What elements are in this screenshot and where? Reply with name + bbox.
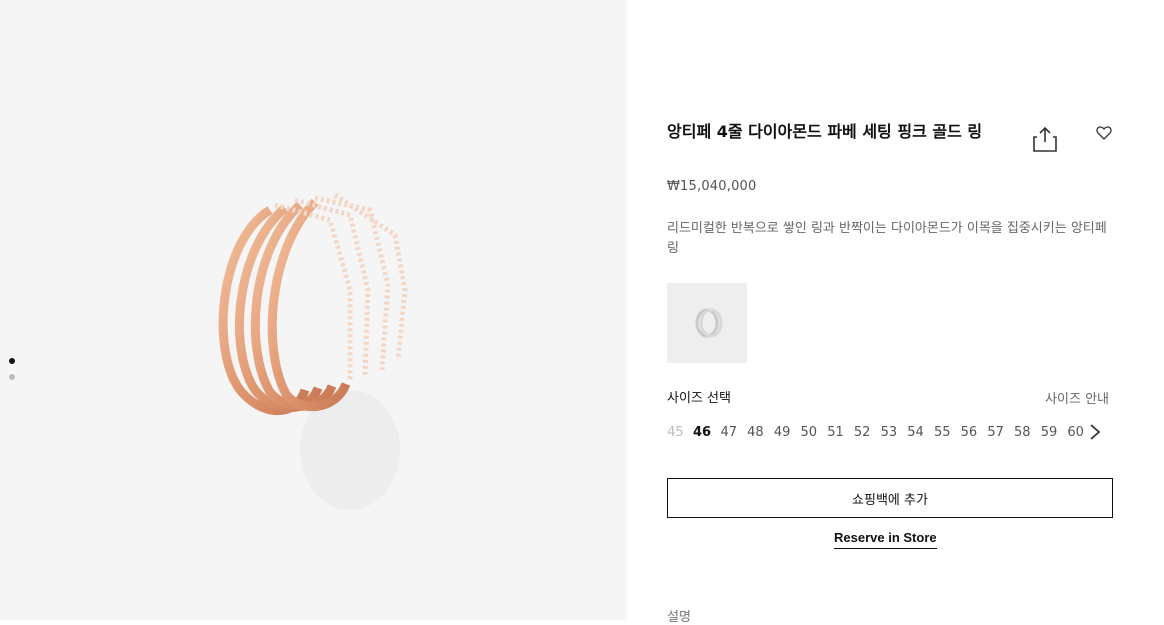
size-options: 45 46 47 48 49 50 51 52 53 54 55 56 57 5… [662,425,1089,440]
size-option-55[interactable]: 55 [929,425,956,440]
product-details-panel: 앙티페 4줄 다이아몬드 파베 세팅 핑크 골드 링 ₩15,040,000 리… [667,0,1113,625]
size-option-51[interactable]: 51 [822,425,849,440]
share-icon[interactable] [1033,126,1057,152]
size-option-48[interactable]: 48 [742,425,769,440]
product-description: 리드미컬한 반복으로 쌓인 링과 반짝이는 다이아몬드가 이목을 집중시키는 앙… [667,221,1107,256]
size-option-47[interactable]: 47 [715,425,742,440]
size-guide-link[interactable]: 사이즈 안내 [1045,388,1109,407]
size-option-49[interactable]: 49 [769,425,796,440]
chevron-right-icon[interactable] [1088,424,1102,440]
variant-thumbnail[interactable] [667,283,747,363]
size-option-54[interactable]: 54 [902,425,929,440]
description-section-heading[interactable]: 설명 [667,606,691,625]
size-select-label: 사이즈 선택 [667,391,731,406]
size-option-45: 45 [667,425,684,440]
size-option-57[interactable]: 57 [982,425,1009,440]
add-to-bag-button[interactable]: 쇼핑백에 추가 [667,478,1113,518]
size-option-50[interactable]: 50 [795,425,822,440]
gallery-pagination [9,358,15,390]
product-price: ₩15,040,000 [667,179,757,194]
gallery-dot-2[interactable] [9,374,15,380]
reserve-in-store-link[interactable]: Reserve in Store [834,530,937,549]
gallery-dot-1[interactable] [9,358,15,364]
white-gold-ring-thumbnail [695,308,723,338]
product-image[interactable] [200,180,440,520]
product-title: 앙티페 4줄 다이아몬드 파베 세팅 핑크 골드 링 [667,122,983,141]
product-gallery [0,0,627,620]
size-option-59[interactable]: 59 [1036,425,1063,440]
heart-icon[interactable] [1096,125,1112,141]
size-option-60[interactable]: 60 [1062,425,1089,440]
size-option-58[interactable]: 58 [1009,425,1036,440]
size-option-46[interactable]: 46 [689,425,716,440]
size-option-56[interactable]: 56 [956,425,983,440]
size-option-52[interactable]: 52 [849,425,876,440]
size-option-53[interactable]: 53 [876,425,903,440]
